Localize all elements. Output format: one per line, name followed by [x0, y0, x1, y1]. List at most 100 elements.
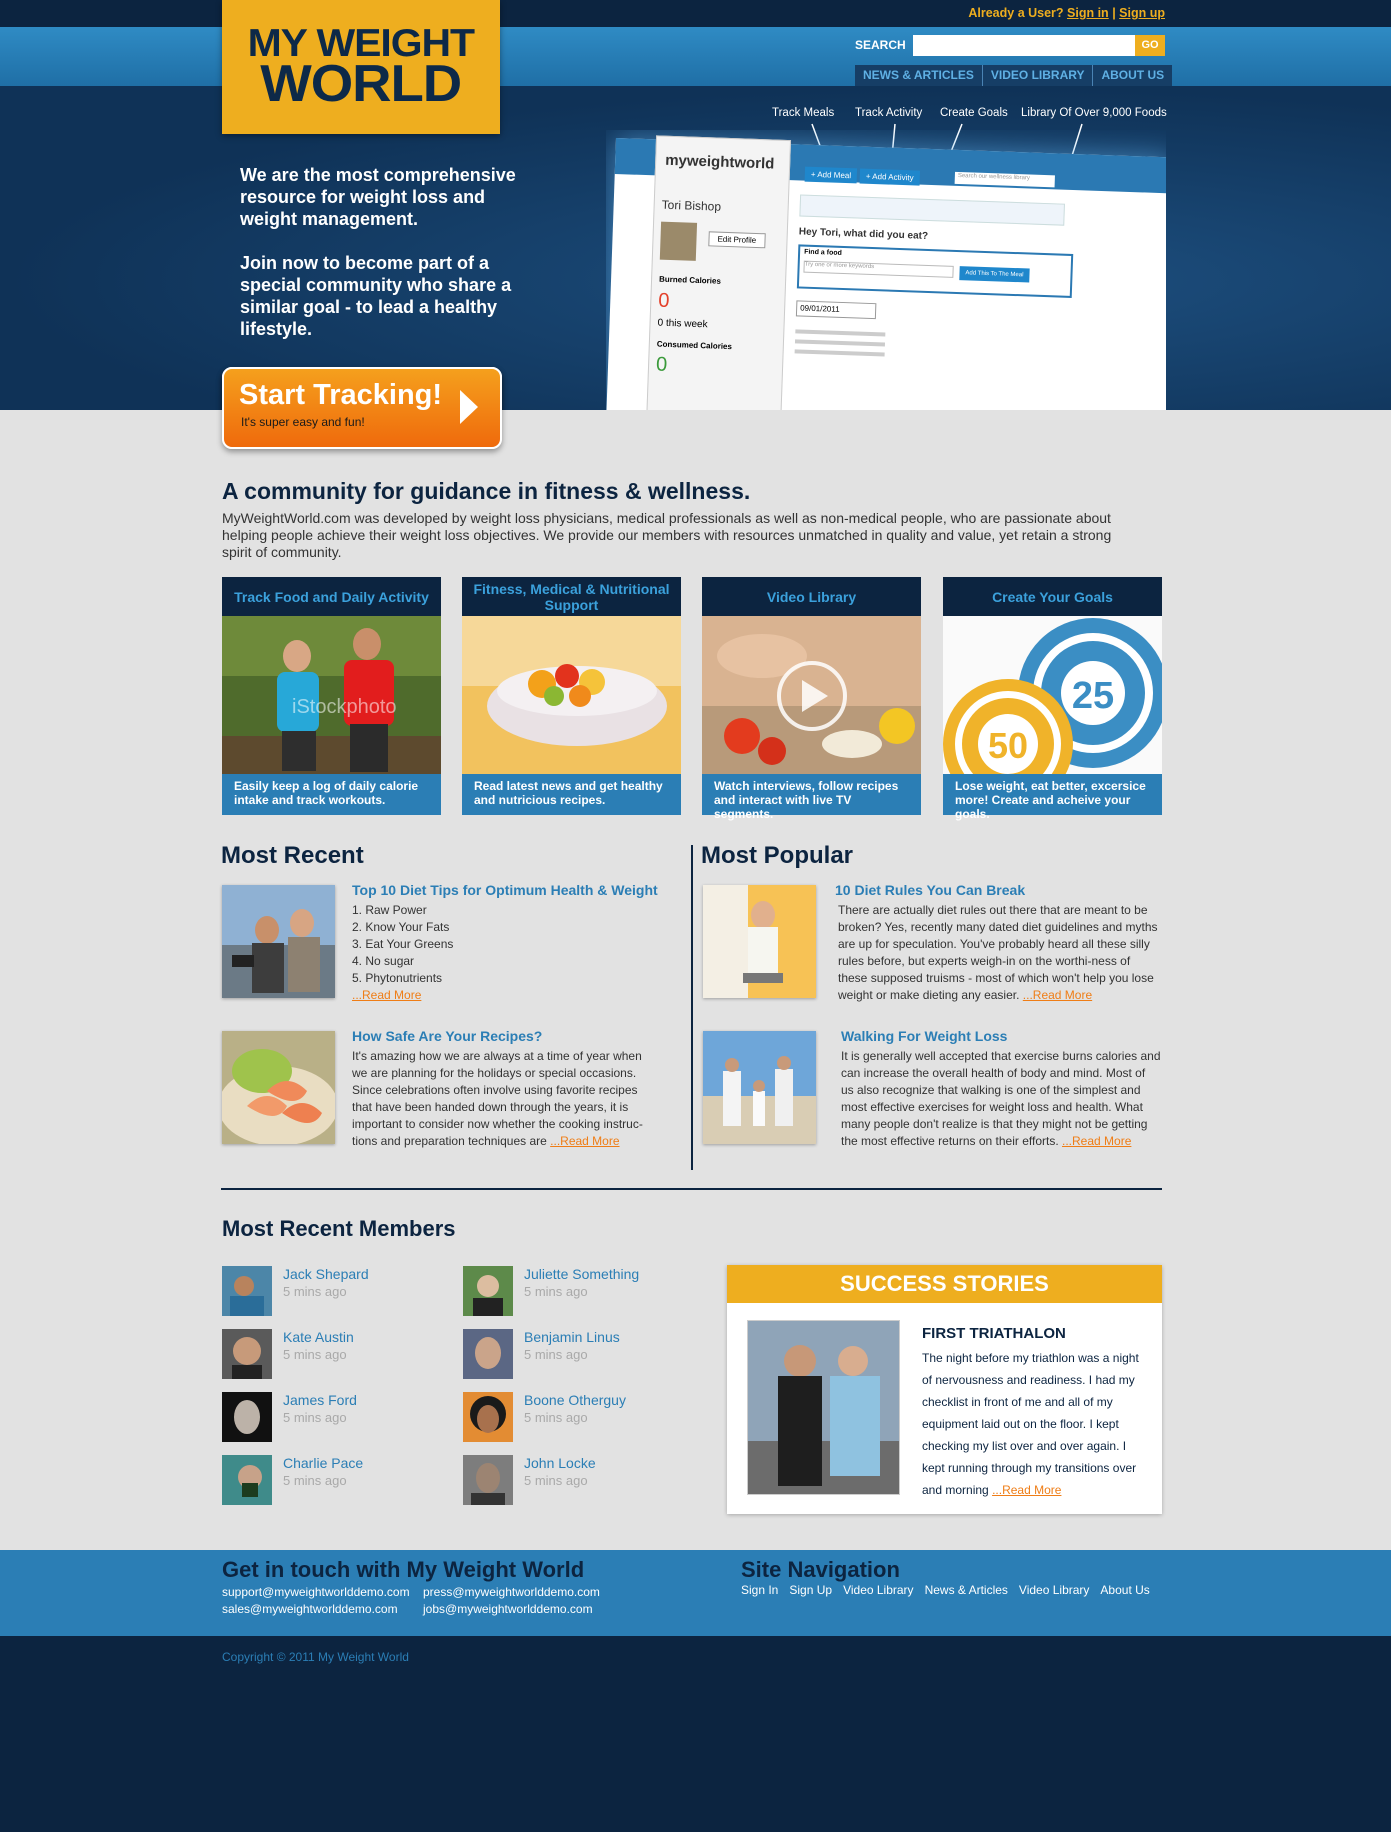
cta-title-overlay[interactable]: Start Tracking!: [239, 379, 442, 412]
sign-up-link[interactable]: Sign up: [1119, 6, 1165, 20]
footer-nav-video-library[interactable]: Video Library: [843, 1583, 914, 1597]
screenshot-add-button: Add This To The Meal: [959, 266, 1030, 283]
member-item[interactable]: Boone Otherguy 5 mins ago: [463, 1392, 703, 1444]
cta-subtitle-overlay: It's super easy and fun!: [241, 415, 365, 429]
member-name: Benjamin Linus: [524, 1329, 620, 1345]
most-recent-title: Most Recent: [221, 842, 364, 869]
feature-caption: Read latest news and get healthy and nut…: [462, 774, 681, 815]
footer-nav-sign-up[interactable]: Sign Up: [789, 1583, 832, 1597]
email-sales[interactable]: sales@myweightworlddemo.com: [222, 1602, 398, 1616]
nav-video-library[interactable]: VIDEO LIBRARY: [981, 65, 1093, 86]
article-body: It's amazing how we are always at a time…: [352, 1048, 652, 1150]
goal-badges-image: 25 50: [943, 616, 1162, 774]
screenshot-avatar: [659, 221, 698, 261]
feature-video-library[interactable]: Video Library Watch interviews, follow r…: [702, 577, 921, 821]
member-name: Jack Shepard: [283, 1266, 369, 1282]
avatar: [222, 1392, 272, 1442]
app-screenshot: myweightworld Tori Bishop Edit Profile B…: [606, 130, 1166, 410]
most-popular-title: Most Popular: [701, 842, 854, 869]
feature-caption: Easily keep a log of daily calorie intak…: [222, 774, 441, 815]
footer-nav-about-us[interactable]: About Us: [1100, 1583, 1149, 1597]
screenshot-find-input: Try one or more keywords: [803, 260, 954, 278]
member-name: Juliette Something: [524, 1266, 640, 1282]
screenshot-burned-week: 0 this week: [657, 317, 708, 331]
screenshot-find-food: Find a food Try one or more keywords Add…: [796, 244, 1074, 299]
success-story-body: The night before my triathlon was a nigh…: [922, 1347, 1147, 1501]
article-title[interactable]: Top 10 Diet Tips for Optimum Health & We…: [352, 882, 658, 898]
badge-50-number: 50: [988, 725, 1028, 766]
nav-news-articles[interactable]: NEWS & ARTICLES: [855, 65, 982, 86]
member-time: 5 mins ago: [283, 1347, 347, 1362]
search-go-button[interactable]: GO: [1135, 35, 1165, 56]
hero-paragraph-1: We are the most comprehensive resource f…: [240, 165, 516, 229]
footer-nav-video-library-2[interactable]: Video Library: [1019, 1583, 1090, 1597]
header-bar: [0, 27, 1391, 86]
member-item[interactable]: John Locke 5 mins ago: [463, 1455, 703, 1507]
article-text: There are actually diet rules out there …: [838, 903, 1158, 1002]
footer-nav-news-articles[interactable]: News & Articles: [925, 1583, 1008, 1597]
read-more-link[interactable]: ...Read More: [1062, 1134, 1131, 1148]
woman-scale-image[interactable]: [703, 885, 816, 998]
member-item[interactable]: Jack Shepard 5 mins ago: [222, 1266, 462, 1318]
feature-track-food[interactable]: Track Food and Daily Activity iStockphot…: [222, 577, 441, 815]
screenshot-toolbar: [799, 194, 1065, 226]
member-time: 5 mins ago: [524, 1410, 588, 1425]
read-more-link[interactable]: ...Read More: [352, 988, 421, 1002]
feature-caption: Watch interviews, follow recipes and int…: [702, 774, 921, 821]
sign-in-link[interactable]: Sign in: [1067, 6, 1109, 20]
member-item[interactable]: Kate Austin 5 mins ago: [222, 1329, 462, 1381]
article-body: There are actually diet rules out there …: [838, 902, 1158, 1004]
screenshot-consumed-value: 0: [655, 353, 668, 376]
email-support[interactable]: support@myweightworlddemo.com: [222, 1585, 410, 1599]
footer-contact-band: [0, 1550, 1391, 1636]
member-time: 5 mins ago: [524, 1347, 588, 1362]
footer-nav-sign-in[interactable]: Sign In: [741, 1583, 778, 1597]
list-item: 2. Know Your Fats: [352, 920, 450, 934]
feature-title: Fitness, Medical & Nutritional Support: [462, 577, 681, 616]
read-more-link[interactable]: ...Read More: [550, 1134, 619, 1148]
member-item[interactable]: Benjamin Linus 5 mins ago: [463, 1329, 703, 1381]
intro-body: MyWeightWorld.com was developed by weigh…: [222, 510, 1112, 560]
member-time: 5 mins ago: [283, 1284, 347, 1299]
screenshot-date: 09/01/2011: [795, 300, 877, 320]
site-logo[interactable]: MY WEIGHT WORLD: [222, 0, 500, 134]
feature-title: Video Library: [702, 577, 921, 616]
avatar: [463, 1455, 513, 1505]
article-title[interactable]: Walking For Weight Loss: [841, 1028, 1007, 1044]
column-divider: [691, 845, 693, 1170]
email-jobs[interactable]: jobs@myweightworlddemo.com: [423, 1602, 593, 1616]
callout-track-activity: Track Activity: [855, 107, 923, 119]
read-more-link[interactable]: ...Read More: [992, 1483, 1061, 1497]
cta-arrow-icon: [460, 390, 478, 424]
separator: |: [1112, 6, 1116, 20]
success-story-text: The night before my triathlon was a nigh…: [922, 1351, 1139, 1497]
avatar: [463, 1392, 513, 1442]
top-bar: [0, 0, 1391, 27]
shrimp-image[interactable]: [222, 1031, 335, 1144]
success-story-title[interactable]: FIRST TRIATHALON: [922, 1325, 1066, 1342]
avatar: [222, 1329, 272, 1379]
account-links: Already a User? Sign in | Sign up: [960, 6, 1165, 20]
member-item[interactable]: Juliette Something 5 mins ago: [463, 1266, 703, 1318]
triathlon-photo[interactable]: [747, 1320, 900, 1495]
feature-create-goals[interactable]: Create Your Goals 25 50 Lose weight, eat…: [943, 577, 1162, 821]
screenshot-edit-profile: Edit Profile: [708, 231, 766, 249]
nav-about-us[interactable]: ABOUT US: [1092, 65, 1173, 86]
article-title[interactable]: How Safe Are Your Recipes?: [352, 1028, 542, 1044]
email-press[interactable]: press@myweightworlddemo.com: [423, 1585, 600, 1599]
search-input[interactable]: [913, 35, 1135, 56]
hero-paragraph-2: Join now to become part of a special com…: [240, 253, 512, 339]
article-body: It is generally well accepted that exerc…: [841, 1048, 1161, 1150]
screenshot-question: Hey Tori, what did you eat?: [798, 226, 929, 242]
member-item[interactable]: James Ford 5 mins ago: [222, 1392, 462, 1444]
member-item[interactable]: Charlie Pace 5 mins ago: [222, 1455, 462, 1507]
dumbbells-image[interactable]: [222, 885, 335, 998]
article-title[interactable]: 10 Diet Rules You Can Break: [835, 882, 1025, 898]
member-name: Kate Austin: [283, 1329, 354, 1345]
family-beach-image[interactable]: [703, 1031, 816, 1144]
read-more-link[interactable]: ...Read More: [1023, 988, 1092, 1002]
article-list: 1. Raw Power 2. Know Your Fats 3. Eat Yo…: [352, 902, 652, 1004]
fruit-bowl-image: [462, 616, 681, 774]
screenshot-add-activity: + Add Activity: [859, 168, 920, 186]
feature-fitness-support[interactable]: Fitness, Medical & Nutritional Support R…: [462, 577, 681, 815]
